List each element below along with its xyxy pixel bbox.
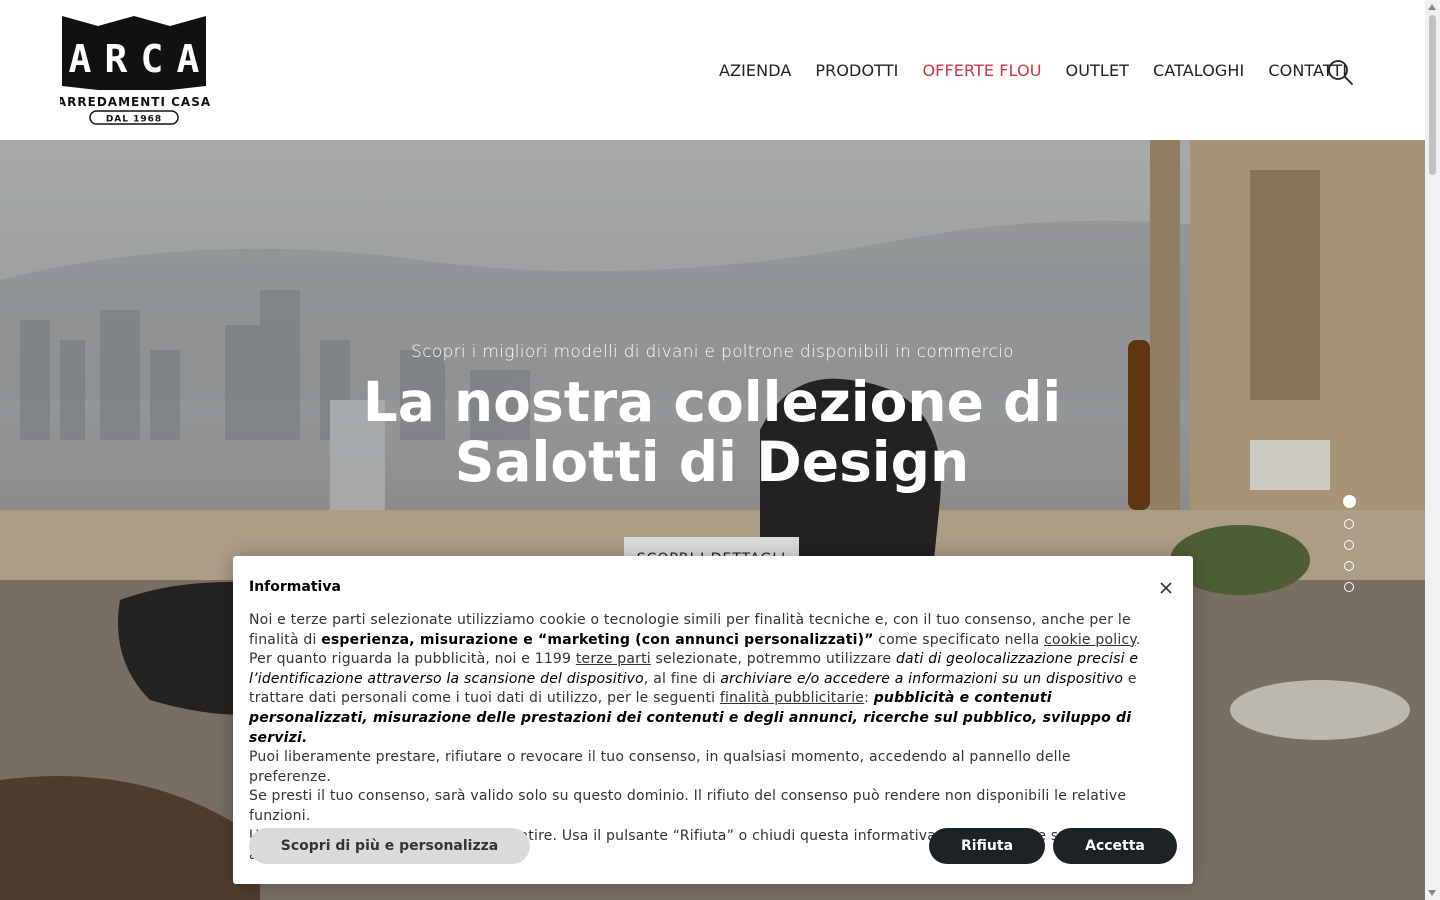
slider-dot[interactable] bbox=[1344, 561, 1354, 571]
cookie-paragraph-1: Noi e terze parti selezionate utilizziam… bbox=[249, 612, 1141, 648]
reject-button[interactable]: Rifiuta bbox=[929, 828, 1045, 864]
nav-offerte-flou[interactable]: OFFERTE FLOU bbox=[922, 61, 1041, 80]
learn-more-customize-button[interactable]: Scopri di più e personalizza bbox=[249, 828, 530, 864]
third-parties-link[interactable]: terze parti bbox=[576, 651, 651, 667]
main-nav: AZIENDA PRODOTTI OFFERTE FLOU OUTLET CAT… bbox=[719, 58, 1371, 82]
scrollbar-thumb[interactable] bbox=[1429, 15, 1436, 175]
hero-title: La nostra collezione di Salotti di Desig… bbox=[362, 370, 1062, 494]
slider-dot[interactable] bbox=[1344, 582, 1354, 592]
nav-azienda[interactable]: AZIENDA bbox=[719, 61, 791, 80]
cookie-paragraph-4: Se presti il tuo consenso, sarà valido s… bbox=[249, 788, 1127, 824]
svg-text:ARREDAMENTI CASA: ARREDAMENTI CASA bbox=[60, 95, 210, 109]
cookie-banner: Informativa Noi e terze parti selezionat… bbox=[233, 556, 1193, 884]
svg-text:A: A bbox=[177, 37, 200, 81]
slider-dot[interactable] bbox=[1344, 519, 1354, 529]
cookie-paragraph-2: Per quanto riguarda la pubblicità, noi e… bbox=[249, 651, 1139, 746]
slider-dot[interactable] bbox=[1343, 495, 1356, 508]
nav-outlet[interactable]: OUTLET bbox=[1066, 61, 1129, 80]
scroll-up-arrow-icon[interactable] bbox=[1428, 4, 1436, 10]
cookie-paragraph-3: Puoi liberamente prestare, rifiutare o r… bbox=[249, 749, 1071, 785]
scroll-down-arrow-icon[interactable] bbox=[1428, 890, 1436, 896]
nav-cataloghi[interactable]: CATALOGHI bbox=[1153, 61, 1244, 80]
arca-logo[interactable]: A R C A ARREDAMENTI CASA DAL 1968 bbox=[60, 14, 210, 126]
close-icon[interactable] bbox=[1158, 580, 1174, 596]
accept-button[interactable]: Accetta bbox=[1053, 828, 1177, 864]
site-header: A R C A ARREDAMENTI CASA DAL 1968 AZIEND… bbox=[0, 0, 1425, 140]
svg-text:R: R bbox=[105, 37, 128, 81]
page-scrollbar[interactable] bbox=[1425, 0, 1440, 900]
svg-text:DAL 1968: DAL 1968 bbox=[106, 115, 162, 125]
slider-pagination bbox=[1343, 495, 1356, 603]
advertising-purposes-link[interactable]: finalità pubblicitarie bbox=[720, 690, 864, 706]
hero-subtitle: Scopri i migliori modelli di divani e po… bbox=[411, 342, 1014, 362]
slider-dot[interactable] bbox=[1344, 540, 1354, 550]
svg-text:C: C bbox=[141, 37, 164, 81]
cookie-banner-title: Informativa bbox=[249, 579, 341, 595]
svg-text:A: A bbox=[69, 37, 92, 81]
search-icon[interactable] bbox=[1326, 58, 1354, 86]
nav-prodotti[interactable]: PRODOTTI bbox=[815, 61, 898, 80]
cookie-policy-link[interactable]: cookie policy bbox=[1044, 632, 1136, 648]
